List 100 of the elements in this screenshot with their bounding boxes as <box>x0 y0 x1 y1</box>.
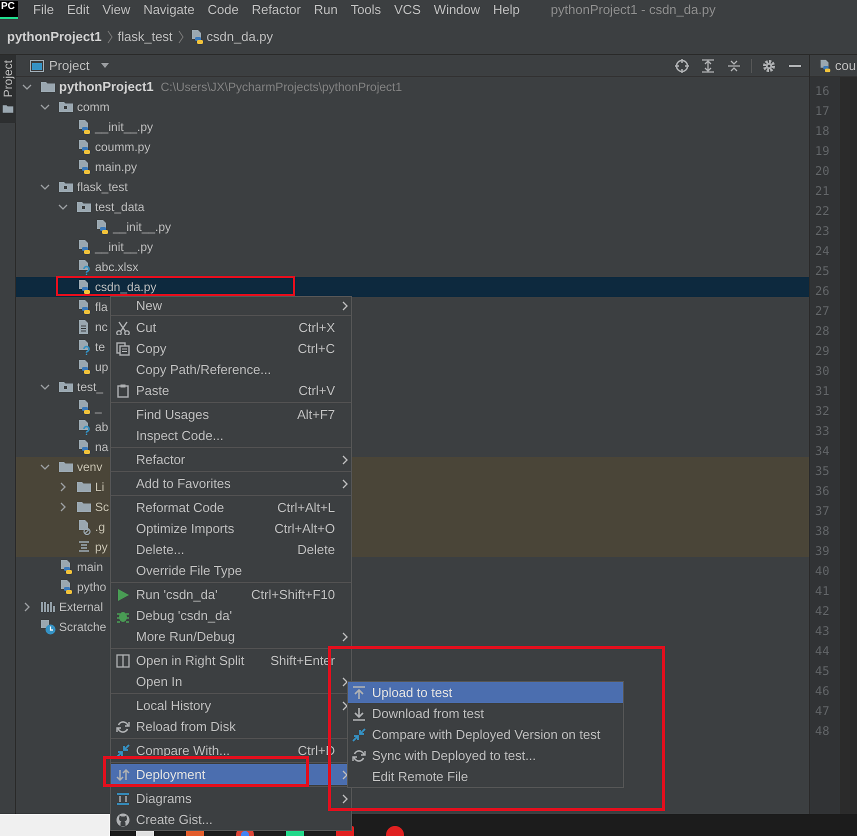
menu-item[interactable]: VCS <box>393 1 422 18</box>
python-file-icon <box>76 299 92 315</box>
menu-item[interactable]: Reload from Disk <box>111 716 351 737</box>
menu-item[interactable]: Paste Ctrl+V <box>111 380 351 401</box>
tree-item[interactable]: venv <box>77 458 102 476</box>
tree-item[interactable]: pytho <box>77 578 106 596</box>
menu-item[interactable]: Copy Ctrl+C <box>111 338 351 359</box>
tree-item[interactable]: nc <box>95 318 108 336</box>
folder-icon <box>76 499 92 515</box>
tool-window-tab[interactable]: Project <box>0 55 16 123</box>
menu-item[interactable]: New <box>111 297 351 314</box>
expanded-chevron-icon[interactable] <box>22 82 32 92</box>
menu-item[interactable]: Delete... Delete <box>111 539 351 560</box>
app-icon[interactable] <box>386 826 404 836</box>
python-file-icon <box>76 439 92 455</box>
menu-item[interactable]: Window <box>432 1 482 18</box>
breadcrumb-item[interactable]: csdn_da.py <box>206 26 274 46</box>
expanded-chevron-icon[interactable] <box>40 462 50 472</box>
menu-item[interactable]: Edit <box>66 1 90 18</box>
tree-item[interactable]: coumm.py <box>95 138 150 156</box>
expanded-chevron-icon[interactable] <box>58 202 68 212</box>
settings-icon[interactable] <box>762 58 776 72</box>
expanded-chevron-icon[interactable] <box>40 182 50 192</box>
tree-item[interactable]: te <box>95 338 106 356</box>
collapsed-chevron-icon[interactable] <box>58 502 68 512</box>
breadcrumb-item[interactable]: pythonProject1 <box>7 26 102 46</box>
menu-item[interactable]: Cut Ctrl+X <box>111 317 351 338</box>
tree-item[interactable]: main <box>77 558 104 576</box>
tree-item[interactable]: __init__.py <box>95 118 154 136</box>
menu-item[interactable]: Copy Path/Reference... <box>111 359 351 380</box>
menu-item[interactable]: Open In <box>111 671 351 692</box>
panel-title[interactable]: Project <box>49 56 90 76</box>
python-file-icon <box>58 559 74 575</box>
menu-item[interactable]: Refactor <box>250 1 302 18</box>
editor-tab[interactable]: cou <box>835 56 856 76</box>
menu-item[interactable]: Edit Remote File <box>348 766 623 787</box>
tree-item[interactable]: Scratche <box>59 618 106 636</box>
menu-item[interactable]: File <box>32 1 55 18</box>
menu-item[interactable]: Run 'csdn_da' Ctrl+Shift+F10 <box>111 584 351 605</box>
tree-item[interactable]: py <box>95 538 108 556</box>
tree-item[interactable]: flask_test <box>77 178 128 196</box>
package-folder-icon <box>58 179 74 195</box>
breadcrumb-item[interactable]: flask_test <box>118 26 173 46</box>
expanded-chevron-icon[interactable] <box>40 102 50 112</box>
menu-item[interactable]: Diagrams <box>111 788 351 809</box>
tree-item[interactable]: Li <box>95 478 104 496</box>
copy-icon <box>116 342 130 356</box>
package-folder-icon <box>76 199 92 215</box>
menu-item[interactable]: Override File Type <box>111 560 351 581</box>
diagram-icon <box>116 792 130 806</box>
expanded-chevron-icon[interactable] <box>40 382 50 392</box>
crosshair-icon[interactable] <box>675 58 689 72</box>
menu-item[interactable]: Code <box>206 1 240 18</box>
tree-item[interactable]: __init__.py <box>95 238 154 256</box>
menu-item[interactable]: Inspect Code... <box>111 425 351 446</box>
download-icon <box>352 706 366 720</box>
collapsed-chevron-icon[interactable] <box>58 482 68 492</box>
menu-item[interactable]: Optimize Imports Ctrl+Alt+O <box>111 518 351 539</box>
menu-item[interactable]: Find Usages Alt+F7 <box>111 404 351 425</box>
dropdown-icon[interactable] <box>101 63 110 68</box>
tree-item[interactable]: pythonProject1 <box>59 77 154 97</box>
menu-item[interactable]: Run <box>312 1 339 18</box>
tree-item[interactable]: csdn_da.py <box>95 278 156 296</box>
collapse-all-icon[interactable] <box>727 58 741 72</box>
tree-item[interactable]: __init__.py <box>113 218 172 236</box>
menu-item[interactable]: Add to Favorites <box>111 473 351 494</box>
split-icon <box>116 654 130 668</box>
menu-item[interactable]: Tools <box>350 1 382 18</box>
tree-item[interactable]: comm <box>77 98 110 116</box>
refresh-icon <box>352 748 366 762</box>
tree-item[interactable]: test_data <box>95 198 144 216</box>
folder-icon <box>58 459 74 475</box>
collapsed-chevron-icon[interactable] <box>22 602 32 612</box>
tree-item[interactable]: main.py <box>95 158 138 176</box>
menu-item[interactable]: Navigate <box>142 1 196 18</box>
tree-item[interactable]: ab <box>95 418 108 436</box>
minimize-icon[interactable] <box>789 64 801 66</box>
tree-item[interactable]: fla <box>95 298 108 316</box>
tree-item[interactable]: _ <box>95 398 102 416</box>
tree-item[interactable]: test_ <box>77 378 104 396</box>
menu-item[interactable]: Sync with Deployed to test... <box>348 745 623 766</box>
menu-item[interactable]: Download from test <box>348 703 623 724</box>
menu-item[interactable]: Reformat Code Ctrl+Alt+L <box>111 497 351 518</box>
tree-item[interactable]: up <box>95 358 108 376</box>
tree-item[interactable]: na <box>95 438 108 456</box>
menu-item[interactable]: Local History <box>111 695 351 716</box>
expand-all-icon[interactable] <box>701 58 715 72</box>
menu-item[interactable]: Compare with Deployed Version on test <box>348 724 623 745</box>
menu-item[interactable]: Help <box>492 1 521 18</box>
tree-item[interactable]: External <box>59 598 104 616</box>
tree-item[interactable]: .g <box>95 518 106 536</box>
menu-item[interactable]: Create Gist... <box>111 809 351 830</box>
menu-item[interactable]: View <box>101 1 132 18</box>
menu-item[interactable]: More Run/Debug <box>111 626 351 647</box>
tree-item[interactable]: abc.xlsx <box>95 258 138 276</box>
menu-item[interactable]: Refactor <box>111 449 351 470</box>
tree-item[interactable]: Sc <box>95 498 110 516</box>
menu-item[interactable]: Upload to test <box>348 682 623 703</box>
menu-item[interactable]: Debug 'csdn_da' <box>111 605 351 626</box>
python-file-icon[interactable] <box>818 58 832 72</box>
